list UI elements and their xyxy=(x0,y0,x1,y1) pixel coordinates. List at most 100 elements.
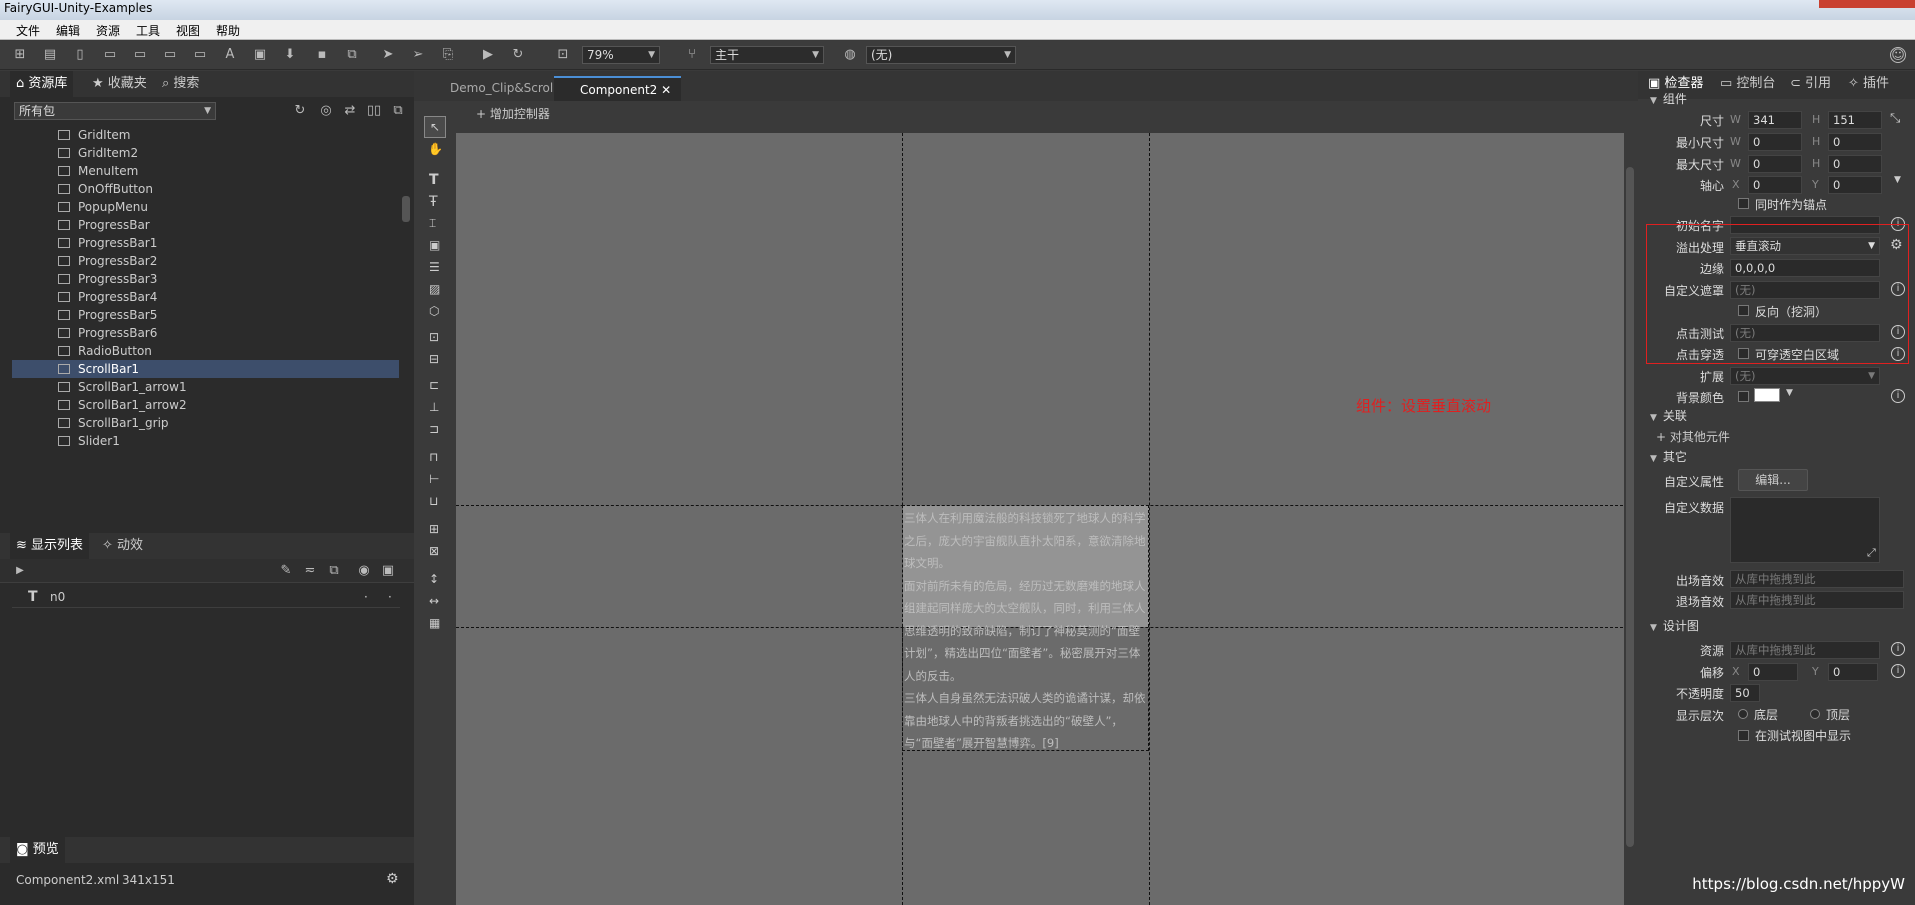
tab-favorites[interactable]: ★ 收藏夹 xyxy=(86,71,153,97)
locate-icon[interactable]: ◎ xyxy=(318,103,334,119)
save-all-icon[interactable]: ⧉ xyxy=(344,47,360,63)
tab-transitions[interactable]: ✧ 动效 xyxy=(96,533,149,559)
tab-references[interactable]: ⊂ 引用 xyxy=(1790,71,1831,97)
tab-library[interactable]: ⌂ 资源库 xyxy=(10,71,74,97)
ungroup-tool-icon[interactable]: ⊟ xyxy=(429,352,439,366)
menu-help[interactable]: 帮助 xyxy=(216,22,240,39)
columns-icon[interactable]: ▯▯ xyxy=(366,103,382,119)
list-item[interactable]: GridItem2 xyxy=(12,144,399,162)
collapse-icon[interactable]: ⧉ xyxy=(390,103,406,119)
same-height-icon[interactable]: ⊠ xyxy=(429,544,439,558)
restore-size-icon[interactable]: ⤡ xyxy=(1890,111,1900,126)
same-width-icon[interactable]: ⊞ xyxy=(429,522,439,536)
list-tool-icon[interactable]: ☰ xyxy=(429,260,440,274)
close-icon[interactable]: ✕ xyxy=(661,83,671,97)
refresh-icon[interactable]: ↻ xyxy=(292,103,308,119)
offset-y-field[interactable]: 0 xyxy=(1828,663,1878,681)
add-relation-button[interactable]: + 对其他元件 xyxy=(1656,428,1730,445)
resource-field[interactable]: 从库中拖拽到此 xyxy=(1730,641,1880,659)
new-label-icon[interactable]: A xyxy=(222,47,238,63)
play-icon[interactable]: ▶ xyxy=(480,47,496,63)
expand-icon[interactable]: ▶ xyxy=(12,563,28,579)
opacity-field[interactable]: 50 xyxy=(1730,684,1760,702)
lock-icon[interactable]: ▣ xyxy=(380,563,396,579)
list-item[interactable]: ProgressBar2 xyxy=(12,252,399,270)
input-text-tool-icon[interactable]: ⌶ xyxy=(429,216,436,231)
new-slider-icon[interactable]: ▭ xyxy=(192,47,208,63)
swap-icon[interactable]: ⇄ xyxy=(342,103,358,119)
expand-edit-icon[interactable]: ⤢ xyxy=(1867,546,1876,560)
new-combobox-icon[interactable]: ▭ xyxy=(132,47,148,63)
enter-sound-field[interactable]: 从库中拖拽到此 xyxy=(1730,570,1904,588)
width-field[interactable]: 341 xyxy=(1748,111,1802,129)
menu-tools[interactable]: 工具 xyxy=(136,22,160,39)
list-item[interactable]: OnOffButton xyxy=(12,180,399,198)
list-item[interactable]: ProgressBar4 xyxy=(12,288,399,306)
menu-edit[interactable]: 编辑 xyxy=(56,22,80,39)
add-controller-button[interactable]: + 增加控制器 xyxy=(476,105,550,122)
tab-search[interactable]: ⌕ 搜索 xyxy=(156,71,205,97)
new-movie-icon[interactable]: ▣ xyxy=(252,47,268,63)
3d-tool-icon[interactable]: ⬡ xyxy=(429,304,439,318)
hide-icon[interactable]: ≂ xyxy=(302,563,318,579)
custom-data-field[interactable] xyxy=(1730,497,1880,563)
doc-tab-demo[interactable]: Demo_Clip&Scroll xyxy=(424,76,567,101)
info-icon[interactable]: i xyxy=(1891,642,1905,656)
max-width-field[interactable]: 0 xyxy=(1748,155,1802,173)
offset-x-field[interactable]: 0 xyxy=(1748,663,1798,681)
menu-view[interactable]: 视图 xyxy=(176,22,200,39)
text-tool-icon[interactable]: T xyxy=(429,172,439,188)
bg-color-checkbox[interactable] xyxy=(1738,391,1749,402)
layer-bottom-radio[interactable] xyxy=(1738,709,1748,719)
tab-preview[interactable]: ◙ 预览 xyxy=(10,837,65,863)
package-filter[interactable]: 所有包 ▼ xyxy=(14,102,216,120)
align-top-icon[interactable]: ⊓ xyxy=(429,450,438,464)
rich-text-tool-icon[interactable]: Ŧ xyxy=(429,194,438,210)
menu-file[interactable]: 文件 xyxy=(16,22,40,39)
info-icon[interactable]: i xyxy=(1891,389,1905,403)
new-progress-icon[interactable]: ▭ xyxy=(162,47,178,63)
refresh-icon[interactable]: ↻ xyxy=(510,47,526,63)
list-item[interactable]: ProgressBar3 xyxy=(12,270,399,288)
chevron-down-icon[interactable]: ▼ xyxy=(1786,388,1793,398)
info-icon[interactable]: i xyxy=(1891,664,1905,678)
select-tool-icon[interactable]: ↖ xyxy=(424,116,446,138)
list-item[interactable]: ProgressBar1 xyxy=(12,234,399,252)
preview-settings-icon[interactable]: ⚙ xyxy=(386,871,399,887)
max-height-field[interactable]: 0 xyxy=(1828,155,1882,173)
section-relation[interactable]: ▼ 关联 xyxy=(1650,407,1687,424)
bookmark-icon[interactable]: ▯ xyxy=(72,47,88,63)
publish-all-icon[interactable]: ➢ xyxy=(410,47,426,63)
list-item[interactable]: ProgressBar6 xyxy=(12,324,399,342)
import-icon[interactable]: ⬇ xyxy=(282,47,298,63)
edit-icon[interactable]: ✎ xyxy=(278,563,294,579)
list-item[interactable]: ScrollBar1 xyxy=(12,360,399,378)
library-scrollbar[interactable] xyxy=(402,196,410,222)
visible-dot-icon[interactable]: · xyxy=(364,586,368,608)
grid-icon[interactable]: ▦ xyxy=(429,616,440,630)
distribute-v-icon[interactable]: ↕ xyxy=(429,572,439,586)
hand-tool-icon[interactable]: ✋ xyxy=(428,142,443,156)
window-controls[interactable] xyxy=(1819,0,1915,8)
publish-settings-icon[interactable]: ⎘ xyxy=(440,47,456,63)
list-item[interactable]: ProgressBar xyxy=(12,216,399,234)
section-design[interactable]: ▼ 设计图 xyxy=(1650,617,1699,634)
save-icon[interactable]: ▪ xyxy=(314,47,330,63)
list-item[interactable]: Slider1 xyxy=(12,432,399,450)
list-item[interactable]: GridItem xyxy=(12,126,399,144)
pivot-y-field[interactable]: 0 xyxy=(1828,176,1882,194)
display-list-item[interactable]: T n0 · · xyxy=(12,586,400,608)
section-component[interactable]: ▼ 组件 xyxy=(1650,90,1687,107)
branch-dropdown[interactable]: 主干 ▼ xyxy=(710,46,824,64)
exit-sound-field[interactable]: 从库中拖拽到此 xyxy=(1730,591,1904,609)
tab-display-list[interactable]: ≋ 显示列表 xyxy=(10,533,90,559)
color-swatch[interactable] xyxy=(1754,388,1780,402)
min-height-field[interactable]: 0 xyxy=(1828,133,1882,151)
list-item[interactable]: ProgressBar5 xyxy=(12,306,399,324)
image-tool-icon[interactable]: ▣ xyxy=(429,238,440,252)
user-avatar-icon[interactable]: ☺ xyxy=(1890,47,1906,63)
new-button-icon[interactable]: ▭ xyxy=(102,47,118,63)
align-middle-icon[interactable]: ⊢ xyxy=(429,472,439,486)
copy-icon[interactable]: ⧉ xyxy=(326,563,342,579)
section-other[interactable]: ▼ 其它 xyxy=(1650,448,1687,465)
